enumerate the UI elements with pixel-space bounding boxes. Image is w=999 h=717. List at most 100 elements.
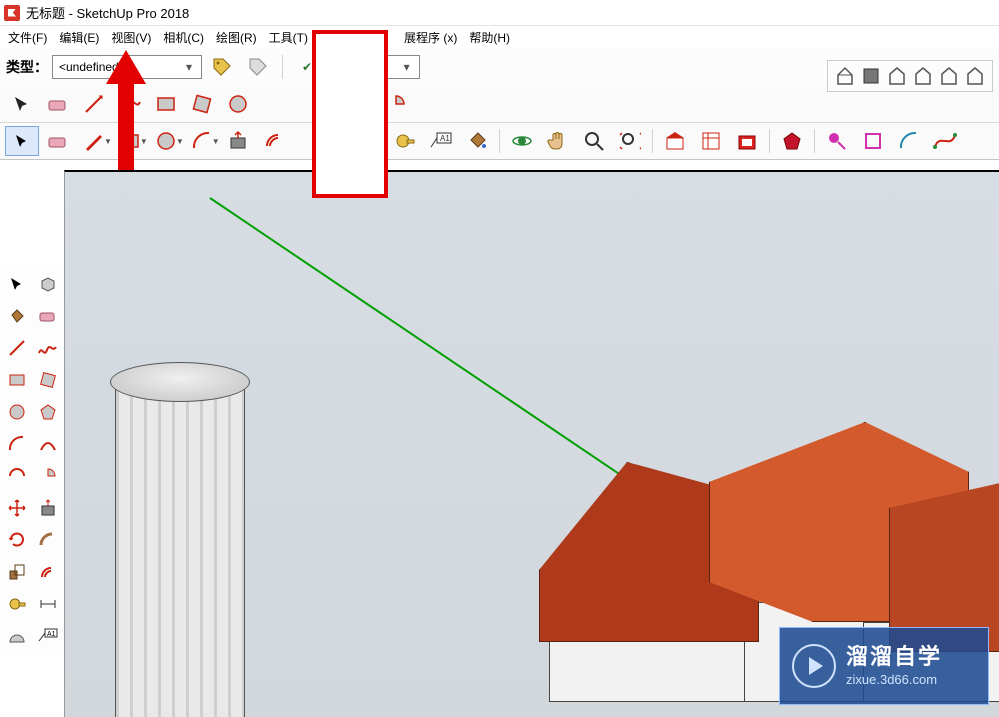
- select-tool-icon[interactable]: [5, 89, 39, 119]
- left-tool-palette: A1: [0, 265, 64, 655]
- line-icon[interactable]: [3, 334, 30, 362]
- layer-visibility-icon[interactable]: ✔: [292, 53, 322, 81]
- menu-extensions[interactable]: 展程序 (x): [398, 27, 463, 48]
- arc-3pt-icon[interactable]: [3, 462, 30, 490]
- model-viewport[interactable]: 溜溜自学 zixue.3d66.com: [64, 170, 999, 717]
- component-options-icon[interactable]: [694, 126, 728, 156]
- sketchup-icon: [4, 5, 20, 21]
- menu-tools[interactable]: 工具(T): [263, 27, 314, 48]
- layer-prefix: L: [329, 60, 336, 74]
- select-tool-active-icon[interactable]: [5, 126, 39, 156]
- eraser-tool-icon[interactable]: [41, 89, 75, 119]
- separator: [769, 129, 770, 153]
- front-view-icon[interactable]: [886, 65, 908, 87]
- dropdown-caret-icon[interactable]: ▼: [104, 137, 112, 146]
- type-label: 类型：: [6, 57, 48, 77]
- dropdown-caret-icon[interactable]: ▼: [212, 137, 220, 146]
- offset-icon[interactable]: [257, 126, 291, 156]
- menu-draw[interactable]: 绘图(R): [210, 27, 263, 48]
- layer-combo[interactable]: ▾: [340, 55, 420, 79]
- classifier-tag-icon[interactable]: [207, 53, 237, 81]
- push-pull-icon[interactable]: [34, 494, 61, 522]
- arc-2pt-icon[interactable]: [34, 430, 61, 458]
- zoom-icon[interactable]: [577, 126, 611, 156]
- menubar: 文件(F) 编辑(E) 视图(V) 相机(C) 绘图(R) 工具(T) 展程序 …: [0, 26, 999, 48]
- protractor-icon[interactable]: [3, 622, 30, 650]
- rotated-rectangle-tool-icon[interactable]: [185, 89, 219, 119]
- watermark-badge: 溜溜自学 zixue.3d66.com: [779, 627, 989, 705]
- play-icon: [792, 644, 836, 688]
- circle-tool-icon[interactable]: [221, 89, 255, 119]
- scale-icon[interactable]: [343, 126, 377, 156]
- offset-icon[interactable]: [34, 558, 61, 586]
- fluted-column-model: [105, 362, 255, 717]
- watermark-brand: 溜溜自学: [846, 643, 942, 672]
- chevron-down-icon: ▾: [181, 60, 197, 74]
- left-view-icon[interactable]: [964, 65, 986, 87]
- text-label-icon[interactable]: A1: [34, 622, 61, 650]
- pie-icon[interactable]: [34, 462, 61, 490]
- right-view-icon[interactable]: [912, 65, 934, 87]
- extension-warehouse-icon[interactable]: [730, 126, 764, 156]
- dropdown-caret-icon[interactable]: ▼: [140, 137, 148, 146]
- back-view-icon[interactable]: [938, 65, 960, 87]
- arc-2pt-tool-icon[interactable]: [343, 89, 377, 119]
- eraser-icon[interactable]: [34, 302, 61, 330]
- iso-view-icon[interactable]: [834, 65, 856, 87]
- separator: [282, 55, 283, 79]
- top-view-icon[interactable]: [860, 65, 882, 87]
- type-combo[interactable]: <undefined> ▾: [52, 55, 202, 79]
- dropdown-caret-icon[interactable]: ▼: [176, 137, 184, 146]
- classifier-bar: 类型： <undefined> ▾ ✔ L ▾: [0, 48, 999, 86]
- circle-icon[interactable]: [3, 398, 30, 426]
- plugin-arc-icon[interactable]: [892, 126, 926, 156]
- select-tool-icon[interactable]: [3, 270, 30, 298]
- text-label-icon[interactable]: A1: [424, 126, 458, 156]
- rotated-rect-icon[interactable]: [34, 366, 61, 394]
- separator: [814, 129, 815, 153]
- watermark-site: zixue.3d66.com: [846, 672, 942, 689]
- line-tool-icon[interactable]: [77, 89, 111, 119]
- house-model: [509, 402, 999, 662]
- ruby-console-icon[interactable]: [775, 126, 809, 156]
- menu-file[interactable]: 文件(F): [2, 27, 53, 48]
- polygon-icon[interactable]: [34, 398, 61, 426]
- menu-edit[interactable]: 编辑(E): [53, 27, 105, 48]
- arc-icon[interactable]: [3, 430, 30, 458]
- tape-measure-icon[interactable]: [3, 590, 30, 618]
- eraser-icon[interactable]: [41, 126, 75, 156]
- scale-icon[interactable]: [3, 558, 30, 586]
- follow-me-icon[interactable]: [34, 526, 61, 554]
- pie-tool-icon[interactable]: [379, 89, 413, 119]
- arc-tool-icon[interactable]: [307, 89, 341, 119]
- freehand-tool-icon[interactable]: [113, 89, 147, 119]
- classifier-clear-icon[interactable]: [243, 53, 273, 81]
- pan-hand-icon[interactable]: [541, 126, 575, 156]
- type-combo-value: <undefined>: [59, 60, 126, 74]
- paint-bucket-icon[interactable]: [3, 302, 30, 330]
- menu-view[interactable]: 视图(V): [105, 27, 157, 48]
- plugin-box-icon[interactable]: [856, 126, 890, 156]
- zoom-extents-icon[interactable]: [613, 126, 647, 156]
- orbit-icon[interactable]: [505, 126, 539, 156]
- svg-text:A1: A1: [440, 134, 450, 143]
- move-icon[interactable]: [3, 494, 30, 522]
- menu-camera[interactable]: 相机(C): [157, 27, 210, 48]
- tape-measure-icon[interactable]: [388, 126, 422, 156]
- paint-bucket-icon[interactable]: [460, 126, 494, 156]
- dimension-icon[interactable]: [34, 590, 61, 618]
- warehouse-icon[interactable]: [658, 126, 692, 156]
- menu-help[interactable]: 帮助(H): [463, 27, 516, 48]
- push-pull-icon[interactable]: [221, 126, 255, 156]
- rectangle-tool-icon[interactable]: [149, 89, 183, 119]
- rotate-icon[interactable]: [3, 526, 30, 554]
- window-title: 无标题 - SketchUp Pro 2018: [26, 3, 189, 22]
- plugin-magenta-icon[interactable]: [820, 126, 854, 156]
- plugin-bezier-icon[interactable]: [928, 126, 962, 156]
- standard-views: [827, 60, 993, 92]
- rectangle-icon[interactable]: [3, 366, 30, 394]
- freehand-icon[interactable]: [34, 334, 61, 362]
- separator: [382, 129, 383, 153]
- svg-text:A1: A1: [47, 631, 56, 638]
- make-component-icon[interactable]: [34, 270, 61, 298]
